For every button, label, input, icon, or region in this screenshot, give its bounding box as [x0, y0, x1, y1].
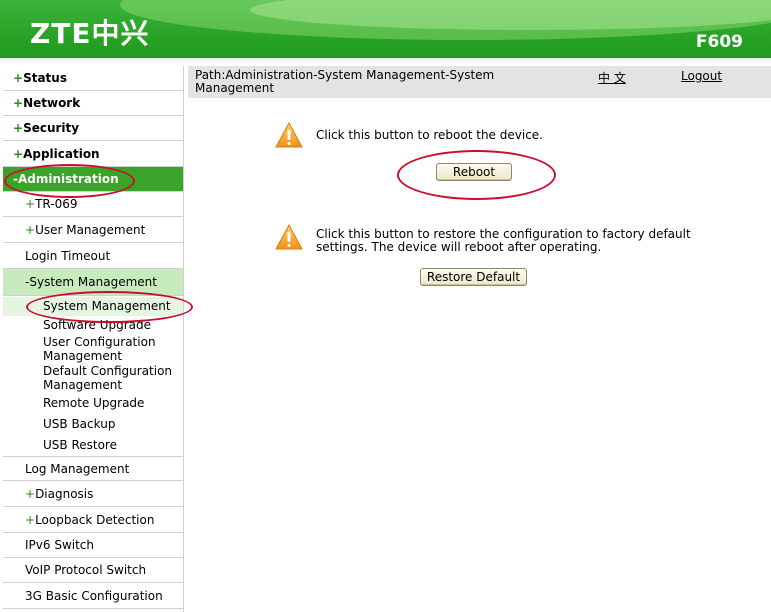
sidebar-item-label: VoIP Protocol Switch — [25, 563, 147, 577]
sidebar-item-tr069[interactable]: +TR-069 — [3, 193, 183, 217]
expand-icon: + — [25, 223, 36, 237]
sidebar-item-label: System Management — [29, 275, 157, 289]
sidebar-item-ipv6-switch[interactable]: IPv6 Switch — [3, 533, 183, 558]
expand-icon: + — [25, 487, 36, 501]
expand-icon: + — [13, 96, 24, 110]
restore-default-button[interactable]: Restore Default — [420, 268, 527, 286]
expand-icon: + — [13, 121, 24, 135]
sidebar-menu: +Status +Network +Security +Application … — [3, 66, 184, 612]
sidebar-leaf-default-configuration-management[interactable]: Default Configuration Management — [3, 364, 183, 392]
sidebar-item-network[interactable]: +Network — [3, 91, 183, 116]
sidebar-leaf-usb-backup[interactable]: USB Backup — [3, 416, 183, 432]
breadcrumb-bar: Path:Administration-System Management-Sy… — [188, 66, 771, 98]
sidebar-item-security[interactable]: +Security — [3, 116, 183, 141]
sidebar-leaf-system-management[interactable]: System Management — [3, 297, 183, 316]
warning-icon — [275, 122, 303, 148]
sidebar-item-label: Network — [23, 96, 81, 110]
reboot-button[interactable]: Reboot — [436, 163, 512, 181]
sidebar-item-user-management[interactable]: +User Management — [3, 218, 183, 243]
breadcrumb: Path:Administration-System Management-Sy… — [195, 68, 495, 95]
header-banner: ZTE中兴 F609 — [0, 0, 771, 58]
sidebar-item-system-management[interactable]: -System Management — [3, 269, 183, 296]
sidebar-item-diagnosis[interactable]: +Diagnosis — [3, 482, 183, 507]
sidebar-item-label: Login Timeout — [25, 249, 111, 263]
header-divider — [0, 58, 771, 62]
expand-icon: + — [25, 197, 36, 211]
sidebar-item-label: Loopback Detection — [35, 513, 155, 527]
sidebar-item-label: User Management — [35, 223, 146, 237]
sidebar-item-label: IPv6 Switch — [25, 538, 94, 552]
sidebar-item-voip-protocol-switch[interactable]: VoIP Protocol Switch — [3, 558, 183, 583]
sidebar-item-label: Status — [23, 71, 67, 85]
sidebar-leaf-user-configuration-management[interactable]: User Configuration Management — [3, 335, 173, 363]
sidebar-item-administration[interactable]: -Administration — [3, 167, 183, 192]
sidebar-item-application[interactable]: +Application — [3, 142, 183, 167]
expand-icon: + — [25, 513, 36, 527]
logout-link[interactable]: Logout — [681, 69, 722, 83]
language-link[interactable]: 中 文 — [598, 69, 626, 86]
sidebar-item-label: Application — [23, 147, 100, 161]
sidebar-leaf-usb-restore[interactable]: USB Restore — [3, 437, 183, 453]
sidebar-item-status[interactable]: +Status — [3, 66, 183, 91]
expand-icon: + — [13, 71, 24, 85]
sidebar-item-label: TR-069 — [35, 197, 78, 211]
expand-icon: + — [13, 147, 24, 161]
sidebar-item-label: Log Management — [25, 462, 130, 476]
sidebar-item-label: Diagnosis — [35, 487, 94, 501]
zte-logo: ZTE中兴 — [30, 17, 150, 50]
device-model: F609 — [695, 32, 743, 52]
sidebar-item-loopback-detection[interactable]: +Loopback Detection — [3, 508, 183, 533]
sidebar-item-login-timeout[interactable]: Login Timeout — [3, 243, 183, 269]
sidebar-item-3g-basic-configuration[interactable]: 3G Basic Configuration — [3, 584, 183, 609]
sidebar-item-label: 3G Basic Configuration — [25, 589, 163, 603]
sidebar-item-label: Administration — [17, 172, 119, 186]
sidebar-leaf-software-upgrade[interactable]: Software Upgrade — [3, 317, 183, 333]
sidebar-item-log-management[interactable]: Log Management — [3, 456, 183, 481]
sidebar-leaf-remote-upgrade[interactable]: Remote Upgrade — [3, 395, 183, 411]
sidebar-item-label: Security — [23, 121, 80, 135]
restore-message: Click this button to restore the configu… — [316, 227, 691, 254]
warning-icon — [275, 224, 303, 250]
reboot-message: Click this button to reboot the device. — [316, 128, 543, 142]
